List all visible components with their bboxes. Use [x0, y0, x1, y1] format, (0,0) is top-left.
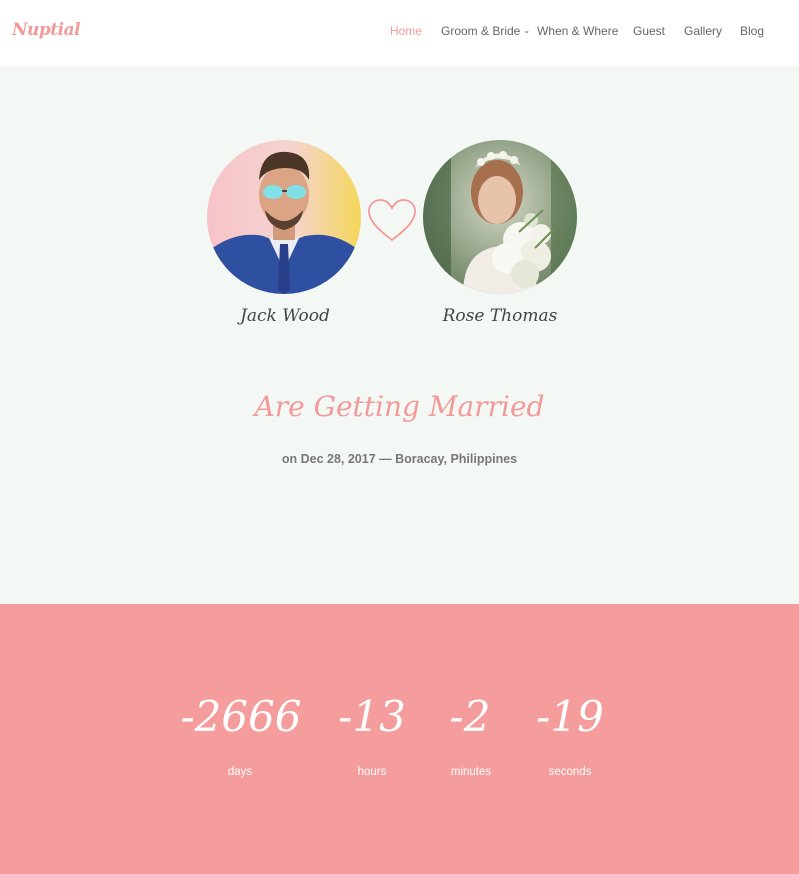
heart-icon [368, 199, 416, 242]
headline: Are Getting Married [254, 390, 545, 423]
hero-section: Jack Wood Rose Thomas Are Getting Marrie… [0, 66, 799, 604]
nav-item-guest[interactable]: Guest [633, 24, 665, 38]
groom-name: Jack Wood [240, 306, 330, 326]
site-header: Nuptial Home Groom & Bride ⌄ When & Where… [0, 0, 799, 66]
nav-item-blog[interactable]: Blog [740, 24, 764, 38]
countdown-seconds-label: seconds [548, 766, 592, 778]
nav-item-home[interactable]: Home [390, 24, 422, 38]
countdown-section: -2666 days -13 hours -2 minutes -19 seco… [0, 604, 799, 874]
nav-item-label: Groom & Bride [441, 24, 521, 38]
countdown-hours-label: hours [357, 766, 387, 778]
nav-item-when-where[interactable]: When & Where [537, 24, 618, 38]
countdown-seconds-value: -19 [536, 692, 604, 741]
nav-item-groom-bride[interactable]: Groom & Bride ⌄ [441, 24, 530, 38]
nav-item-label: When & Where [537, 24, 619, 38]
nav-item-gallery[interactable]: Gallery [684, 24, 722, 38]
groom-photo [207, 140, 361, 294]
nav-item-label: Blog [740, 24, 765, 38]
nav-item-label: Home [390, 24, 423, 38]
countdown-days-value: -2666 [180, 692, 302, 741]
countdown-minutes-label: minutes [450, 766, 492, 778]
nav-item-label: Guest [633, 24, 666, 38]
chevron-down-icon: ⌄ [523, 26, 531, 35]
nav-item-label: Gallery [684, 24, 723, 38]
bride-photo [423, 140, 577, 294]
event-date-location: on Dec 28, 2017 — Boracay, Philippines [281, 452, 518, 466]
bride-name: Rose Thomas [442, 306, 558, 326]
main-nav: Home Groom & Bride ⌄ When & Where Guest G… [0, 24, 799, 40]
countdown-days-label: days [227, 766, 253, 778]
